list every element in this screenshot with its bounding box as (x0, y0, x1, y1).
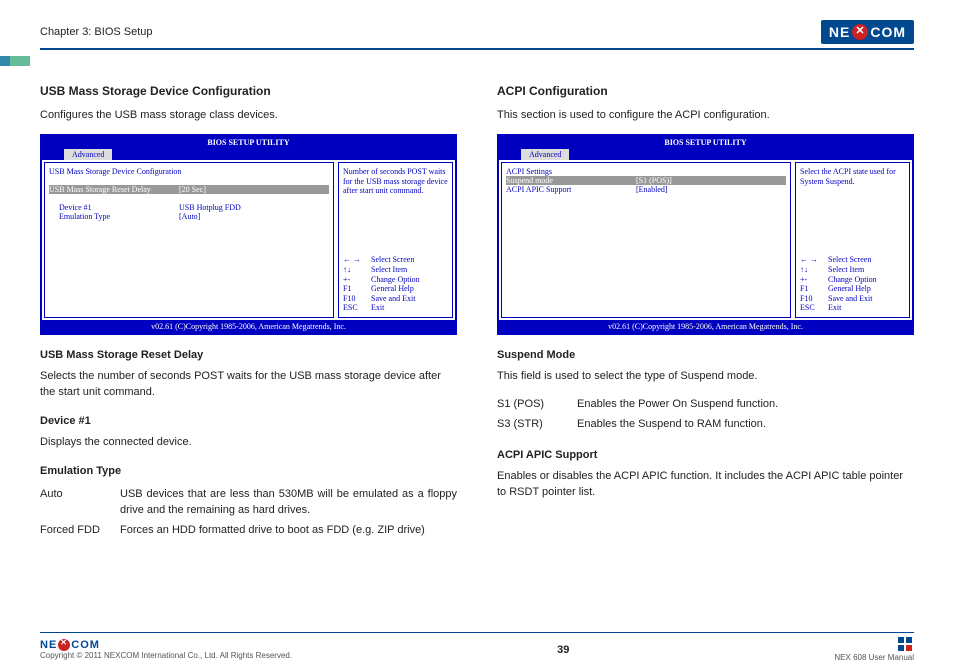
left-column: USB Mass Storage Device Configuration Co… (40, 84, 457, 541)
bios-body: USB Mass Storage Device Configuration US… (42, 160, 455, 320)
bios-key-legend: ← →Select Screen ↑↓Select Item +-Change … (800, 255, 905, 313)
brand-logo: NECOM (821, 20, 914, 44)
subsection-heading: Suspend Mode (497, 349, 914, 361)
bios-body: ACPI Settings Suspend mode[S1 (POS)] ACP… (499, 160, 912, 320)
footer-right: NEX 608 User Manual (834, 637, 914, 662)
subsection-text: Displays the connected device. (40, 435, 457, 451)
table-row: Forced FDDForces an HDD formatted drive … (40, 521, 457, 541)
bios-section-label: ACPI Settings (506, 167, 786, 176)
content-columns: USB Mass Storage Device Configuration Co… (40, 84, 914, 541)
doc-name: NEX 608 User Manual (834, 653, 914, 662)
bios-tabs: Advanced (42, 149, 455, 160)
suspend-mode-table: S1 (POS)Enables the Power On Suspend fun… (497, 395, 914, 435)
bios-right-pane: Number of seconds POST waits for the USB… (338, 162, 453, 318)
page-header: Chapter 3: BIOS Setup NECOM (40, 20, 914, 50)
bios-option-apic: ACPI APIC Support[Enabled] (506, 185, 786, 194)
table-row: S1 (POS)Enables the Power On Suspend fun… (497, 395, 914, 415)
bios-device-row: Device #1USB Hotplug FDD (49, 203, 329, 212)
right-column: ACPI Configuration This section is used … (497, 84, 914, 541)
subsection-heading: ACPI APIC Support (497, 449, 914, 461)
bios-help-text: Number of seconds POST waits for the USB… (343, 167, 448, 196)
logo-x-icon (852, 24, 868, 40)
subsection-heading: Device #1 (40, 415, 457, 427)
footer-logo: NECOM (40, 639, 100, 651)
bios-emulation-row: Emulation Type[Auto] (49, 212, 329, 221)
bios-tab-advanced: Advanced (64, 149, 112, 160)
bios-left-pane: ACPI Settings Suspend mode[S1 (POS)] ACP… (501, 162, 791, 318)
bios-footer: v02.61 (C)Copyright 1985-2006, American … (499, 320, 912, 333)
bios-screenshot-usb: BIOS SETUP UTILITY Advanced USB Mass Sto… (40, 134, 457, 335)
section-heading: ACPI Configuration (497, 84, 914, 98)
chapter-title: Chapter 3: BIOS Setup (40, 26, 153, 38)
bios-title: BIOS SETUP UTILITY (42, 136, 455, 149)
logo-x-icon (58, 639, 70, 651)
bios-key-legend: ← →Select Screen ↑↓Select Item +-Change … (343, 255, 448, 313)
bios-tab-spacer (503, 149, 521, 160)
page-tab-mark (0, 56, 30, 66)
page-number: 39 (557, 644, 569, 656)
bios-left-pane: USB Mass Storage Device Configuration US… (44, 162, 334, 318)
subsection-text: Enables or disables the ACPI APIC functi… (497, 469, 914, 501)
bios-tabs: Advanced (499, 149, 912, 160)
subsection-heading: Emulation Type (40, 465, 457, 477)
subsection-text: This field is used to select the type of… (497, 369, 914, 385)
emulation-type-table: AutoUSB devices that are less than 530MB… (40, 485, 457, 541)
section-intro: This section is used to configure the AC… (497, 108, 914, 124)
bios-tab-spacer (46, 149, 64, 160)
page-footer: NECOM Copyright © 2011 NEXCOM Internatio… (40, 632, 914, 662)
subsection-text: Selects the number of seconds POST waits… (40, 369, 457, 401)
bios-tab-advanced: Advanced (521, 149, 569, 160)
footer-left: NECOM Copyright © 2011 NEXCOM Internatio… (40, 639, 292, 660)
bios-screenshot-acpi: BIOS SETUP UTILITY Advanced ACPI Setting… (497, 134, 914, 335)
bios-section-label: USB Mass Storage Device Configuration (49, 167, 329, 176)
copyright-text: Copyright © 2011 NEXCOM International Co… (40, 651, 292, 660)
bios-title: BIOS SETUP UTILITY (499, 136, 912, 149)
decor-dots-icon (898, 637, 914, 651)
section-heading: USB Mass Storage Device Configuration (40, 84, 457, 98)
bios-right-pane: Select the ACPI state used for System Su… (795, 162, 910, 318)
bios-option-suspend: Suspend mode[S1 (POS)] (506, 176, 786, 185)
subsection-heading: USB Mass Storage Reset Delay (40, 349, 457, 361)
section-intro: Configures the USB mass storage class de… (40, 108, 457, 124)
bios-help-text: Select the ACPI state used for System Su… (800, 167, 905, 186)
table-row: AutoUSB devices that are less than 530MB… (40, 485, 457, 521)
bios-footer: v02.61 (C)Copyright 1985-2006, American … (42, 320, 455, 333)
table-row: S3 (STR)Enables the Suspend to RAM funct… (497, 415, 914, 435)
bios-option-reset-delay: USB Mass Storage Reset Delay[20 Sec] (49, 185, 329, 194)
